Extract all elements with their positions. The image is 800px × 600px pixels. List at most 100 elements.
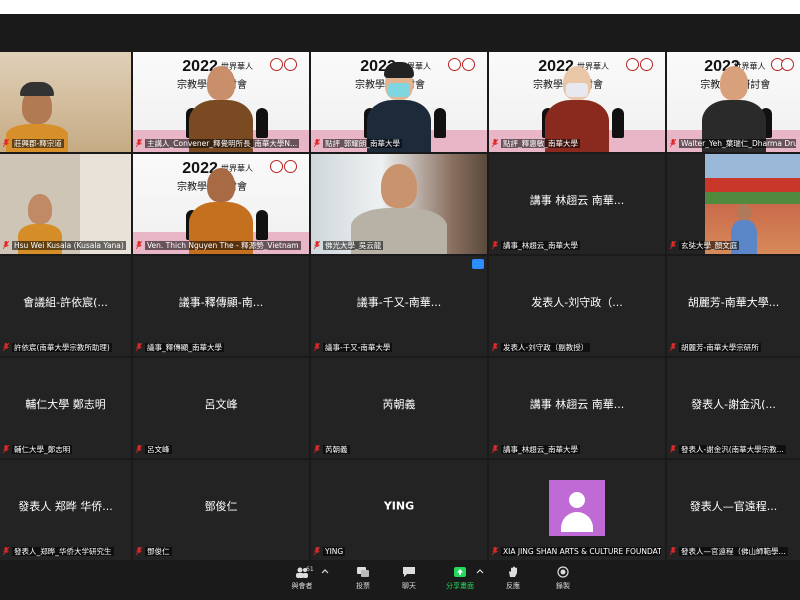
video-feed: 2022世界華人宗教學術研討會 bbox=[133, 154, 309, 254]
tile-r5c1[interactable]: 發表人 郑晔 华侨... 發表人_郑晔_华侨大学研究生 bbox=[0, 460, 131, 560]
avatar-shoulders bbox=[561, 512, 593, 532]
muted-mic-icon bbox=[670, 342, 677, 352]
tile-r4c4[interactable]: 講事 林趐云 南華... 講事_林趐云_南華大學 bbox=[489, 358, 665, 458]
participant-name-label: 輔仁大學_鄭志明 bbox=[3, 444, 127, 455]
tile-r5c4[interactable]: XIA JING SHAN ARTS & CULTURE FOUNDATION bbox=[489, 460, 665, 560]
video-feed bbox=[705, 154, 800, 254]
meeting-toolbar: 61 與會者 投票 聊天 分享畫面 反應 錄製 bbox=[0, 562, 800, 600]
tile-r5c2[interactable]: 鄧俊仁 鄧俊仁 bbox=[133, 460, 309, 560]
tile-r1c4[interactable]: 2022世界華人宗教學術研討會點評_釋惠敏_南華大學 bbox=[489, 52, 665, 152]
participants-chevron[interactable] bbox=[318, 566, 332, 578]
muted-mic-icon bbox=[136, 546, 143, 556]
participant-name-text: 芮朝義 bbox=[323, 445, 350, 454]
polls-button[interactable]: 投票 bbox=[343, 566, 383, 591]
muted-mic-icon bbox=[314, 342, 321, 352]
participant-name-text: 发表人-刘守政（副教授） bbox=[501, 343, 591, 352]
reactions-button[interactable]: 反應 bbox=[493, 566, 533, 591]
window-top-bar bbox=[0, 0, 800, 14]
chat-label: 聊天 bbox=[402, 582, 416, 590]
participant-display-name: 發表人—官遠程... bbox=[689, 500, 778, 513]
participant-name-text: Ven. Thich Nguyen The - 釋源勢_Vietnam bbox=[145, 241, 301, 250]
muted-mic-icon bbox=[670, 444, 677, 454]
participant-name-label: 主講人_Convener_釋覺明所長_南華大學N... bbox=[136, 138, 305, 149]
muted-mic-icon bbox=[3, 444, 10, 454]
participants-label: 與會者 bbox=[291, 582, 313, 590]
record-icon bbox=[557, 566, 569, 578]
participant-display-name: 发表人-刘守政（... bbox=[531, 296, 623, 309]
tile-r1c1[interactable]: 莊興郡-釋宗道 bbox=[0, 52, 131, 152]
person-head bbox=[381, 164, 417, 208]
video-feed: 2022世界華人宗教學術研討會 bbox=[133, 52, 309, 152]
participant-name-label: YING bbox=[314, 546, 483, 557]
chevron-up-icon bbox=[476, 569, 484, 574]
participant-name-label: 佛光大學_吳云龍 bbox=[314, 240, 483, 251]
tile-r2c2[interactable]: 2022世界華人宗教學術研討會Ven. Thich Nguyen The - 釋… bbox=[133, 154, 309, 254]
tile-r5c5[interactable]: 發表人—官遠程... 發表人—官遠程（佛山師範學... bbox=[667, 460, 800, 560]
participant-name-label: 呂文峰 bbox=[136, 444, 305, 455]
muted-mic-icon bbox=[136, 342, 143, 352]
banner-logo bbox=[270, 58, 284, 71]
tile-r4c2[interactable]: 呂文峰 呂文峰 bbox=[133, 358, 309, 458]
avatar-head bbox=[569, 492, 585, 508]
tile-r3c5[interactable]: 胡麗芳-南華大學... 胡麗芳-南華大學宗研所 bbox=[667, 256, 800, 356]
participant-name-text: 發表人_郑晔_华侨大学研究生 bbox=[12, 547, 114, 556]
muted-mic-icon bbox=[670, 240, 677, 250]
tile-r1c2[interactable]: 2022世界華人宗教學術研討會主講人_Convener_釋覺明所長_南華大學N.… bbox=[133, 52, 309, 152]
muted-mic-icon bbox=[492, 240, 499, 250]
tile-r1c3[interactable]: 2022世界華人宗教學術研討會點評_郭耀朗_南華大學 bbox=[311, 52, 487, 152]
tile-r3c4[interactable]: 发表人-刘守政（... 发表人-刘守政（副教授） bbox=[489, 256, 665, 356]
muted-mic-icon bbox=[3, 240, 10, 250]
banner-logo bbox=[626, 58, 640, 71]
muted-mic-icon bbox=[136, 444, 143, 454]
person-head bbox=[719, 66, 748, 100]
person-head bbox=[207, 168, 235, 202]
muted-mic-icon bbox=[3, 546, 10, 556]
tile-r2c4[interactable]: 講事 林趐云 南華... 講事_林趐云_南華大學 bbox=[489, 154, 665, 254]
participants-button[interactable]: 61 與會者 bbox=[282, 566, 322, 591]
video-feed bbox=[0, 52, 131, 152]
hat bbox=[20, 82, 54, 96]
banner-logo bbox=[284, 58, 298, 71]
tile-r4c3[interactable]: 芮朝義 芮朝義 bbox=[311, 358, 487, 458]
banner-logo bbox=[448, 58, 462, 71]
tile-r2c5[interactable]: 玄奘大學_顏文庭 bbox=[667, 154, 800, 254]
participant-name-text: Hsu Wei Kusala (Kusala Yana) bbox=[12, 241, 126, 250]
video-feed bbox=[311, 154, 487, 254]
tile-r4c5[interactable]: 發表人-謝金汎(... 發表人-謝金汎(南華大學宗教... bbox=[667, 358, 800, 458]
participant-name-label: 发表人-刘守政（副教授） bbox=[492, 342, 661, 353]
participant-name-text: 議事-千又-南華大學 bbox=[323, 343, 393, 352]
record-button[interactable]: 錄製 bbox=[543, 566, 583, 591]
tile-r2c1[interactable]: Hsu Wei Kusala (Kusala Yana) bbox=[0, 154, 131, 254]
tile-r1c5[interactable]: 2022世界華人宗教學術研討會Walter_Yeh_葉瑞仁_Dharma Dru… bbox=[667, 52, 800, 152]
participant-name-label: 玄奘大學_顏文庭 bbox=[670, 240, 796, 251]
participant-name-text: 輔仁大學_鄭志明 bbox=[12, 445, 73, 454]
participant-display-name: 會議組-許依宸(... bbox=[23, 296, 108, 309]
participant-name-label: 莊興郡-釋宗道 bbox=[3, 138, 127, 149]
share-chevron[interactable] bbox=[473, 566, 487, 578]
muted-mic-icon bbox=[3, 138, 10, 148]
banner-logo bbox=[270, 160, 284, 173]
participant-display-name: 議事-千又-南華... bbox=[356, 296, 442, 309]
tile-r3c2[interactable]: 議事-釋傳顯-南... 議事_釋傳顯_南華大學 bbox=[133, 256, 309, 356]
meditator-silhouette bbox=[434, 108, 447, 138]
participant-display-name: 胡麗芳-南華大學... bbox=[687, 296, 780, 309]
participant-name-text: 議事_釋傳顯_南華大學 bbox=[145, 343, 224, 352]
participant-name-text: 胡麗芳-南華大學宗研所 bbox=[679, 343, 761, 352]
participant-name-text: 發表人-謝金汎(南華大學宗教... bbox=[679, 445, 786, 454]
muted-mic-icon bbox=[492, 444, 499, 454]
muted-mic-icon bbox=[314, 138, 321, 148]
participant-name-text: 點評_郭耀朗_南華大學 bbox=[323, 139, 402, 148]
tile-r3c1[interactable]: 會議組-許依宸(... 許依宸(南華大學宗教所助理) bbox=[0, 256, 131, 356]
tile-r5c3[interactable]: YING YING bbox=[311, 460, 487, 560]
tile-r3c3[interactable]: 議事-千又-南華... 議事-千又-南華大學 bbox=[311, 256, 487, 356]
record-label: 錄製 bbox=[556, 582, 570, 590]
chat-button[interactable]: 聊天 bbox=[389, 566, 429, 591]
participant-name-label: 議事_釋傳顯_南華大學 bbox=[136, 342, 305, 353]
person-head bbox=[28, 194, 52, 224]
participant-name-text: 發表人—官遠程（佛山師範學... bbox=[679, 547, 788, 556]
participant-count: 61 bbox=[306, 566, 314, 573]
tile-r2c3[interactable]: 佛光大學_吳云龍 bbox=[311, 154, 487, 254]
tile-r4c1[interactable]: 輔仁大學 鄭志明 輔仁大學_鄭志明 bbox=[0, 358, 131, 458]
participant-name-label: 發表人_郑晔_华侨大学研究生 bbox=[3, 546, 127, 557]
share-screen-icon bbox=[454, 567, 466, 577]
